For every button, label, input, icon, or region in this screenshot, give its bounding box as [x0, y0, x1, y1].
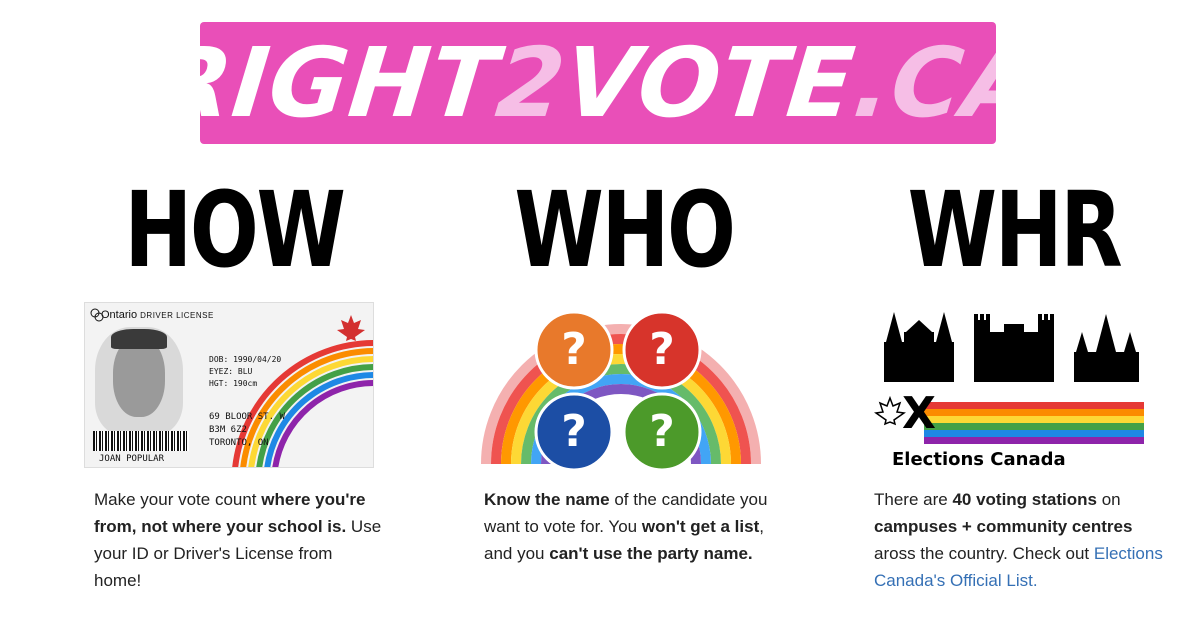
logo-part-vote: VOTE [558, 27, 860, 139]
how-desc-text-1: Make your vote count [94, 490, 262, 509]
castles-icon [874, 312, 1144, 444]
how-heading: HOW [124, 169, 346, 291]
how-column: HOW Ontario DRIVER LICENSE DOB: 1990/04/… [84, 169, 384, 590]
elections-canada-wordmark: Elections Canada [892, 449, 1066, 470]
id-dob: DOB: 1990/04/20 [209, 355, 282, 364]
question-mark-1: ? [561, 324, 587, 375]
question-rainbow-illustration: ? ? ? ? [474, 302, 774, 472]
who-desc-bold-2: won't get a list [641, 517, 760, 536]
logo-part-ca: .CA [848, 27, 996, 139]
question-mark-2: ? [649, 324, 675, 375]
whr-column: WHR X Elections Canada There are 40 voti… [864, 169, 1164, 590]
driver-license-card: Ontario DRIVER LICENSE DOB: 1990/04/20 E… [84, 302, 374, 468]
id-eyes: EYEZ: BLU [209, 367, 253, 376]
id-photo [95, 327, 183, 435]
barcode [93, 431, 189, 451]
who-desc-bold-1: Know the name [484, 490, 610, 509]
logo-part-right: RIGHT [200, 27, 503, 139]
castles-elections-illustration: X Elections Canada [864, 302, 1164, 472]
logo-wordmark: RIGHT2VOTE.CA [200, 27, 996, 139]
logo-part-2: 2 [491, 27, 571, 139]
who-column: WHO ? ? ? ? Know the name of the candida… [474, 169, 774, 563]
whr-desc-text-2: on [1096, 490, 1121, 509]
id-height: HGT: 190cm [209, 379, 258, 388]
id-address-2: B3M 6Z2 [209, 425, 247, 435]
whr-desc-bold-2: campuses + community centres [874, 517, 1133, 536]
id-hair [111, 329, 167, 349]
id-face [113, 337, 165, 417]
id-header: Ontario DRIVER LICENSE [101, 309, 214, 321]
maple-leaf-outline-icon [874, 395, 906, 426]
id-type: DRIVER LICENSE [140, 311, 214, 320]
id-province: Ontario [101, 309, 138, 321]
who-description: Know the name of the candidate you want … [484, 486, 774, 567]
who-desc-bold-3: can't use the party name. [549, 544, 753, 563]
whr-desc-text-1: There are [874, 490, 953, 509]
whr-heading: WHR [907, 169, 1123, 291]
question-mark-4: ? [649, 406, 675, 457]
who-heading: WHO [514, 169, 736, 291]
election-rainbow-stripes [924, 402, 1144, 444]
whr-desc-bold-1: 40 voting stations [952, 490, 1097, 509]
whr-description: There are 40 voting stations on campuses… [874, 486, 1164, 594]
whr-desc-text-3: aross the country. Check out [874, 544, 1094, 563]
maple-leaf-icon [337, 315, 365, 341]
site-logo[interactable]: RIGHT2VOTE.CA [200, 22, 996, 144]
id-address-1: 69 BLOOR ST. W [209, 412, 285, 422]
id-address-3: TORONTO, ON [209, 438, 269, 448]
elections-x-mark: X [902, 388, 936, 439]
id-card-illustration: Ontario DRIVER LICENSE DOB: 1990/04/20 E… [84, 302, 384, 472]
id-name: JOAN POPULAR [99, 454, 165, 464]
question-mark-3: ? [561, 406, 587, 457]
how-description: Make your vote count where you're from, … [94, 486, 384, 594]
